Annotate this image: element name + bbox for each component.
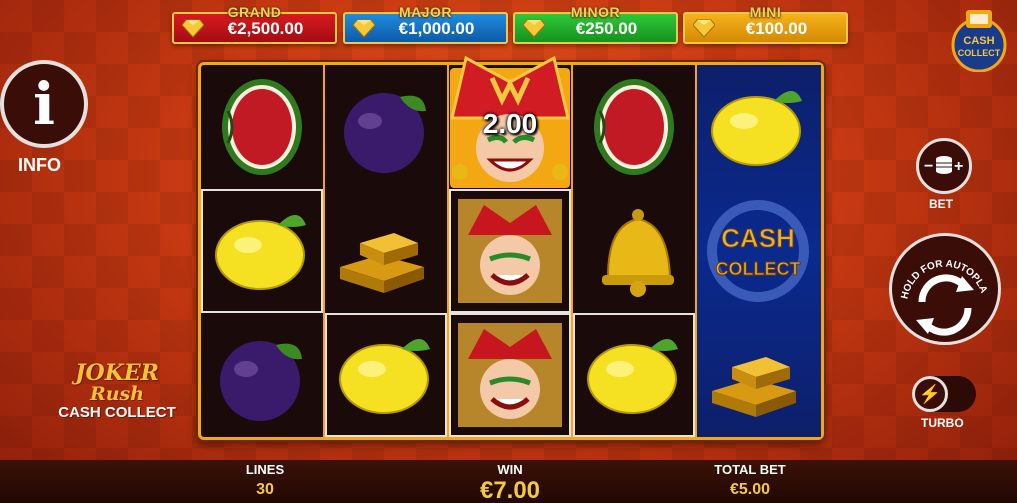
logo-line2: Rush [89, 383, 145, 405]
win-value: €7.00 [479, 477, 541, 503]
spin-button[interactable]: HOLD FOR AUTOPLAY [889, 228, 1001, 345]
spin-icon: HOLD FOR AUTOPLAY [889, 228, 989, 336]
reel-1 [201, 65, 325, 437]
turbo-toggle[interactable]: ⚡ [912, 376, 976, 412]
bottom-bar: LINES 30 WIN €7.00 TOTAL BET €5.00 [0, 460, 1017, 503]
gem-icon [353, 19, 375, 38]
bet-button[interactable]: − + [916, 138, 972, 194]
symbol-plum [325, 65, 447, 189]
bet-label: BET [929, 197, 953, 211]
info-icon: i [32, 70, 56, 138]
total-bet-label: TOTAL BET [714, 462, 786, 477]
total-bet-value: €5.00 [729, 481, 771, 498]
joker-multiplier-value: 2.00 [482, 108, 538, 139]
symbol-cash-collect: CASH COLLECT [697, 189, 819, 313]
autoplay-text: HOLD FOR AUTOPLAY [889, 228, 989, 300]
jackpot-mini-value: €100.00 [745, 19, 808, 38]
symbol-lemon [201, 189, 323, 313]
coin-stack-icon: − + [924, 156, 963, 175]
symbol-joker [449, 313, 571, 437]
jackpot-minor-value: €250.00 [575, 19, 638, 38]
total-bet-stat: TOTAL BET €5.00 [700, 462, 800, 499]
turbo-label: TURBO [921, 416, 964, 430]
symbol-gold-bars [697, 313, 819, 437]
gem-icon [693, 19, 715, 38]
lines-value: 30 [256, 481, 274, 498]
symbol-lemon [573, 313, 695, 437]
lightning-icon: ⚡ [912, 376, 948, 412]
reel-4 [573, 65, 697, 437]
symbol-bell [573, 189, 695, 313]
svg-text:+: + [954, 158, 963, 175]
win-stat: WIN €7.00 [460, 462, 560, 503]
badge-line2: COLLECT [958, 48, 1001, 58]
symbol-watermelon [573, 65, 695, 189]
jackpot-mini: MINI €100.00 [683, 4, 848, 44]
gem-icon [523, 19, 545, 38]
symbol-gold-bars [325, 189, 447, 313]
info-button[interactable]: i [0, 60, 88, 148]
badge-line1: CASH [963, 35, 994, 47]
gem-icon [182, 19, 204, 38]
win-label: WIN [497, 462, 523, 477]
jackpot-grand: GRAND €2,500.00 [172, 4, 337, 44]
jackpot-major: MAJOR €1,000.00 [343, 4, 508, 44]
lines-label: LINES [245, 462, 285, 477]
symbol-joker [449, 189, 571, 313]
svg-text:HOLD FOR AUTOPLAY: HOLD FOR AUTOPLAY [892, 236, 989, 300]
info-label: INFO [18, 155, 61, 175]
symbol-plum [201, 313, 323, 437]
symbol-lemon [697, 65, 819, 189]
jackpot-grand-value: €2,500.00 [227, 19, 304, 38]
symbol-lemon [325, 313, 447, 437]
svg-text:−: − [924, 158, 933, 175]
cash-collect-badge[interactable]: CASH COLLECT [948, 10, 1010, 72]
symbol-watermelon [201, 65, 323, 189]
jackpot-minor: MINOR €250.00 [513, 4, 678, 44]
jackpot-major-value: €1,000.00 [398, 19, 475, 38]
lines-stat: LINES 30 [235, 462, 295, 499]
reel-5: CASH COLLECT [697, 65, 821, 437]
logo-line1: JOKER [75, 360, 159, 386]
cash-collect-line1: CASH [721, 223, 795, 253]
cash-collect-line2: COLLECT [716, 259, 801, 279]
game-logo: JOKER Rush CASH COLLECT [52, 362, 182, 422]
logo-line3: CASH COLLECT [58, 404, 176, 421]
reel-2 [325, 65, 449, 437]
